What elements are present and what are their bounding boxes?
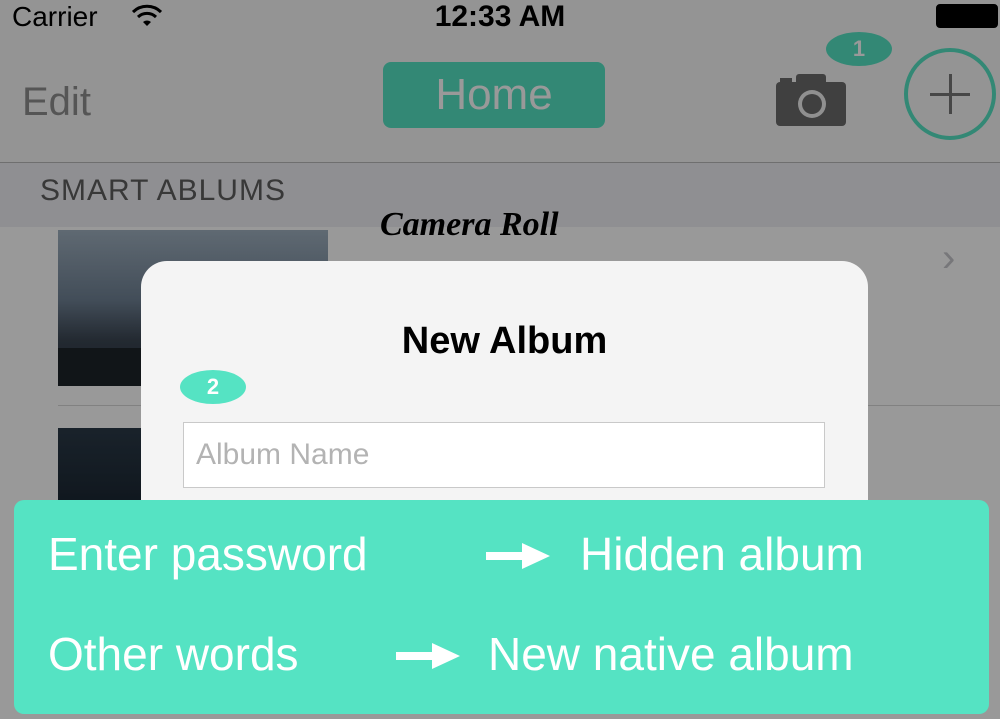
step-badge-2: 2 bbox=[180, 370, 246, 404]
instruction-other-words: Other words bbox=[48, 628, 299, 680]
arrow-right-icon bbox=[486, 543, 550, 569]
instruction-enter-password: Enter password bbox=[48, 528, 368, 580]
album-name-input[interactable] bbox=[183, 422, 825, 488]
arrow-right-icon bbox=[396, 643, 460, 669]
app-screen: Carrier 12:33 AM Edit Home 1 SMART ABLUM… bbox=[0, 0, 1000, 719]
instruction-new-native-album: New native album bbox=[488, 628, 854, 680]
instruction-hidden-album: Hidden album bbox=[580, 528, 864, 580]
alert-title: New Album bbox=[401, 320, 608, 362]
